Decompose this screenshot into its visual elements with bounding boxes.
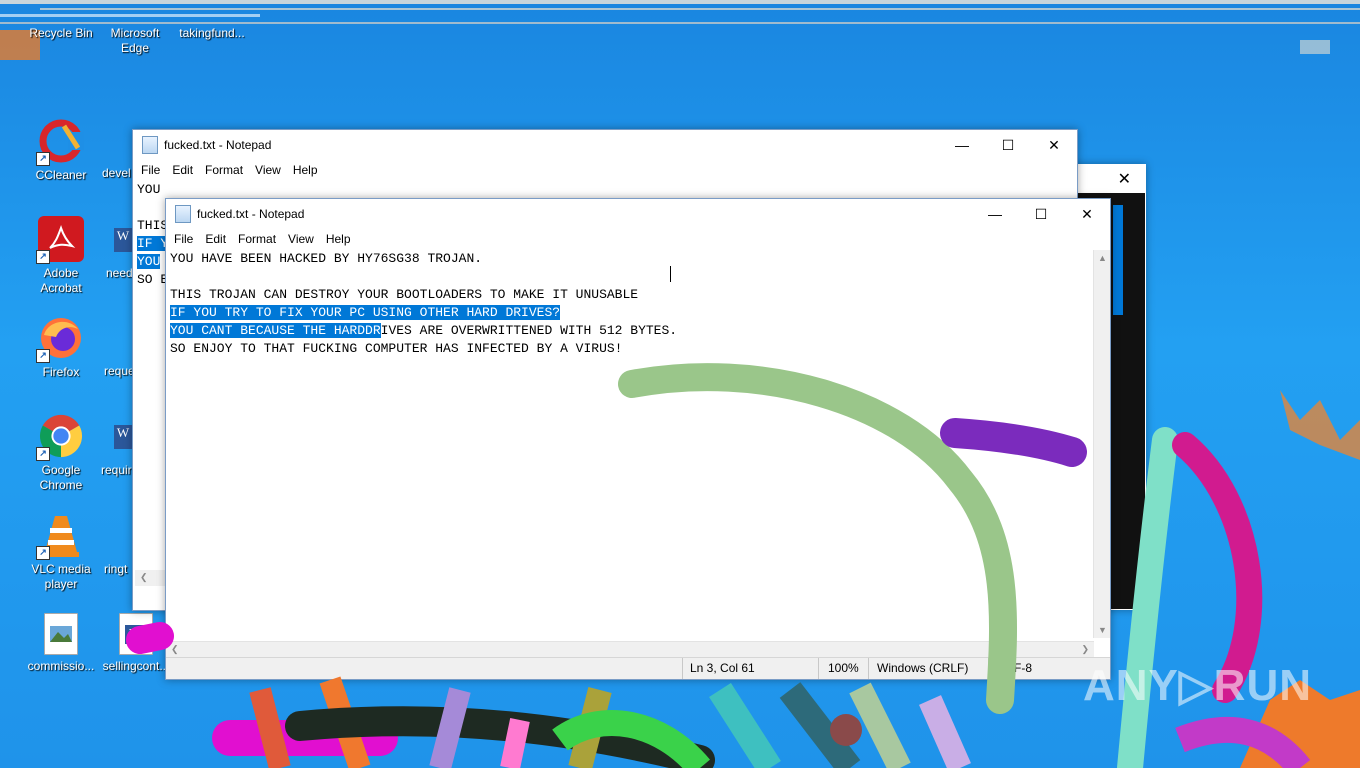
word-document-icon: W — [119, 613, 153, 655]
window-title: fucked.txt - Notepad — [197, 207, 305, 221]
menu-help[interactable]: Help — [320, 232, 357, 246]
menu-view[interactable]: View — [282, 232, 320, 246]
text-line: SO ENJOY TO THAT FUCKING COMPUTER HAS IN… — [170, 341, 623, 356]
anyrun-watermark: ANY▷RUN — [1082, 661, 1312, 710]
menu-format[interactable]: Format — [232, 232, 282, 246]
word-document-icon: W — [114, 228, 132, 252]
scroll-left-icon[interactable]: ❮ — [171, 644, 179, 655]
scroll-up-icon[interactable]: ▲ — [1098, 253, 1107, 263]
titlebar[interactable]: fucked.txt - Notepad — ☐ ✕ — [133, 130, 1077, 160]
menu-format[interactable]: Format — [199, 163, 249, 177]
desktop-icon-firefox[interactable]: ↗ Firefox — [26, 315, 96, 380]
desktop-icon-label: CCleaner — [35, 168, 87, 182]
close-icon[interactable]: ✕ — [1118, 169, 1131, 189]
zoom-level: 100% — [828, 661, 859, 675]
status-bar: Ln 3, Col 61 100% Windows (CRLF) UTF-8 — [166, 657, 1110, 679]
desktop-icon-partial-label[interactable]: ringt — [104, 562, 127, 576]
menu-edit[interactable]: Edit — [166, 163, 199, 177]
selected-text: YOU CANT BECAUSE THE HARDDR — [170, 323, 381, 338]
vlc-icon: ↗ — [36, 512, 84, 560]
chrome-icon: ↗ — [36, 413, 84, 461]
menu-help[interactable]: Help — [287, 163, 324, 177]
notepad-icon — [142, 136, 158, 154]
horizontal-scrollbar[interactable]: ❮ ❯ — [166, 641, 1094, 658]
close-icon[interactable]: ✕ — [1064, 199, 1110, 229]
scroll-right-icon[interactable]: ❯ — [1081, 644, 1089, 655]
selected-text: IF YOU TRY TO FIX YOUR PC USING OTHER HA… — [170, 305, 561, 320]
scroll-down-icon[interactable]: ▼ — [1098, 625, 1107, 635]
vertical-scrollbar[interactable]: ▲ ▼ — [1093, 250, 1110, 638]
text-line: IF YOU TRY TO FIX YOUR PC USING OTHER HA… — [170, 304, 1090, 322]
encoding: UTF-8 — [998, 661, 1032, 675]
desktop-icon-label: takingfund... — [179, 26, 245, 40]
word-document-icon: W — [114, 425, 132, 449]
desktop-icon-partial-label[interactable]: need — [106, 266, 133, 280]
minimize-icon[interactable]: — — [939, 130, 985, 160]
desktop-icon-chrome[interactable]: ↗ Google Chrome — [26, 413, 96, 493]
desktop-icon-label: Firefox — [42, 365, 80, 379]
desktop-icon-ccleaner[interactable]: ↗ CCleaner — [26, 118, 96, 183]
scroll-left-icon[interactable]: ❮ — [140, 572, 148, 583]
menu-view[interactable]: View — [249, 163, 287, 177]
notepad-window-front[interactable]: fucked.txt - Notepad — ☐ ✕ File Edit For… — [165, 198, 1111, 680]
desktop-icon-takingfund[interactable]: takingfund... — [172, 26, 252, 41]
image-file-icon — [44, 613, 78, 655]
desktop-icon-label: sellingcont... — [102, 659, 170, 673]
desktop-icon-label: commissio... — [27, 659, 95, 673]
desktop-icon-label: VLC media player — [31, 562, 91, 591]
selected-text: YOU — [137, 254, 161, 269]
text-caret — [670, 266, 671, 282]
close-icon[interactable]: ✕ — [1031, 130, 1077, 160]
minimize-icon[interactable]: — — [972, 199, 1018, 229]
titlebar[interactable]: fucked.txt - Notepad — ☐ ✕ — [166, 199, 1110, 229]
menu-bar: File Edit Format View Help — [133, 160, 1077, 180]
text-line: YOU — [137, 182, 161, 197]
window-title: fucked.txt - Notepad — [164, 138, 272, 152]
desktop-icon-recycle-bin[interactable]: Recycle Bin — [26, 26, 96, 41]
desktop-icon-sellingcont[interactable]: W sellingcont... — [98, 613, 174, 674]
desktop-icon-acrobat[interactable]: ↗ Adobe Acrobat — [26, 216, 96, 296]
maximize-icon[interactable]: ☐ — [985, 130, 1031, 160]
desktop-icon-partial-label[interactable]: devel — [102, 166, 131, 180]
notepad-icon — [175, 205, 191, 223]
selected-text: IF Y — [137, 236, 169, 251]
text-line — [170, 268, 1090, 286]
ccleaner-icon: ↗ — [36, 118, 84, 166]
desktop-icon-label: Adobe Acrobat — [40, 266, 82, 295]
desktop-icon-partial-label[interactable]: reque — [104, 364, 135, 378]
menu-bar: File Edit Format View Help — [166, 229, 1110, 249]
firefox-icon: ↗ — [36, 315, 84, 363]
menu-file[interactable]: File — [135, 163, 166, 177]
desktop-icon-label: Recycle Bin — [29, 26, 93, 40]
cursor-position: Ln 3, Col 61 — [690, 661, 755, 675]
text-line: YOU CANT BECAUSE THE HARDDRIVES ARE OVER… — [170, 323, 678, 338]
horizontal-scrollbar[interactable]: ❮ — [135, 570, 165, 586]
desktop-icon-label: Microsoft Edge — [110, 26, 160, 55]
desktop-icon-vlc[interactable]: ↗ VLC media player — [26, 512, 96, 592]
desktop-icon-edge[interactable]: Microsoft Edge — [100, 26, 170, 56]
text-line: YOU HAVE BEEN HACKED BY HY76SG38 TROJAN. — [170, 251, 483, 266]
menu-file[interactable]: File — [168, 232, 199, 246]
maximize-icon[interactable]: ☐ — [1018, 199, 1064, 229]
menu-edit[interactable]: Edit — [199, 232, 232, 246]
acrobat-icon: ↗ — [36, 216, 84, 264]
desktop-icon-partial-label[interactable]: requir — [101, 463, 132, 477]
text-line: THIS TROJAN CAN DESTROY YOUR BOOTLOADERS… — [170, 287, 639, 302]
desktop-icon-label: Google Chrome — [39, 463, 83, 492]
desktop-icon-commissio[interactable]: commissio... — [26, 613, 96, 674]
desktop: Recycle Bin Microsoft Edge takingfund...… — [0, 0, 1360, 768]
text-editor[interactable]: YOU HAVE BEEN HACKED BY HY76SG38 TROJAN.… — [170, 250, 1090, 638]
line-ending: Windows (CRLF) — [877, 661, 969, 675]
